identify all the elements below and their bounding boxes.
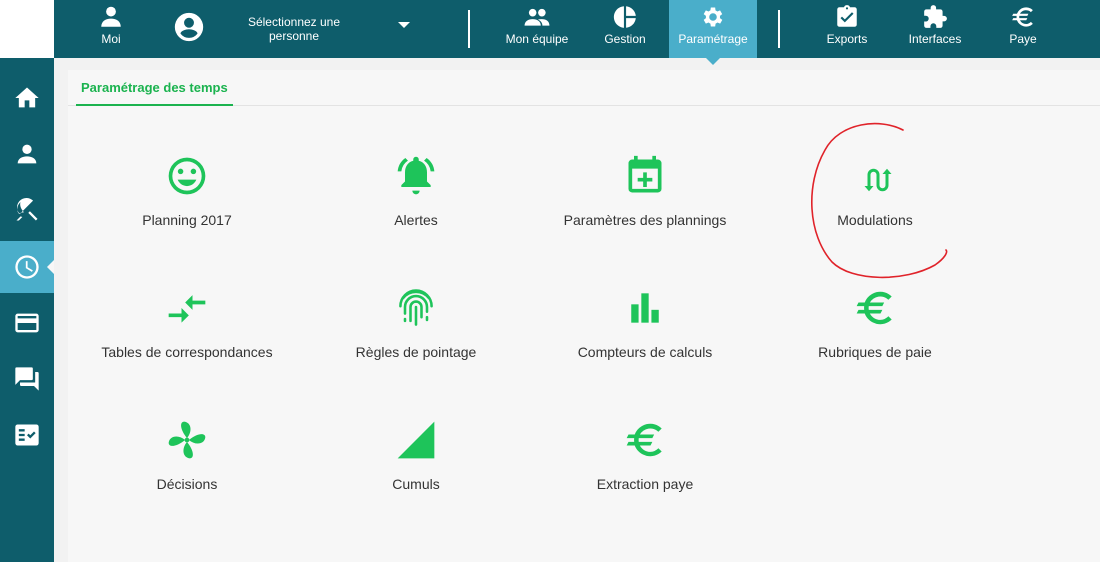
nav-parametrage[interactable]: Paramétrage <box>669 0 757 65</box>
tile-cumuls[interactable]: Cumuls <box>306 414 526 524</box>
person-select-label: Sélectionnez une personne <box>247 15 341 43</box>
tile-planning-2017[interactable]: Planning 2017 <box>77 150 297 260</box>
bar-chart-icon <box>631 293 659 323</box>
clock-icon <box>15 255 39 279</box>
nav-parametrage-label: Paramétrage <box>678 32 748 46</box>
compare-arrows-icon <box>168 295 206 323</box>
nav-interfaces[interactable]: Interfaces <box>902 0 968 58</box>
account-circle-icon <box>172 10 206 49</box>
nav-divider <box>468 10 470 48</box>
beach-umbrella-icon <box>16 197 38 221</box>
credit-card-icon <box>15 313 39 333</box>
tile-label: Rubriques de paie <box>818 344 932 360</box>
checklist-icon <box>15 424 39 446</box>
nav-moi[interactable]: Moi <box>86 0 136 58</box>
tile-tables-de-correspondances[interactable]: Tables de correspondances <box>77 282 297 392</box>
smiley-icon <box>168 157 206 195</box>
euro-icon <box>626 423 662 457</box>
user-icon <box>101 6 121 27</box>
sidebar-item-temps[interactable] <box>0 241 54 293</box>
nav-divider <box>778 10 780 48</box>
puzzle-icon <box>924 5 947 28</box>
sidebar-item-card[interactable] <box>0 297 54 349</box>
bell-ringing-icon <box>397 156 435 195</box>
nav-paye-label: Paye <box>1009 32 1037 46</box>
tile-regles-de-pointage[interactable]: Règles de pointage <box>306 282 526 392</box>
tile-compteurs-de-calculs[interactable]: Compteurs de calculs <box>535 282 755 392</box>
tile-label: Planning 2017 <box>142 212 232 228</box>
tab-bar: Paramétrage des temps <box>68 70 1100 106</box>
tile-label: Règles de pointage <box>355 344 477 360</box>
tile-modulations[interactable]: Modulations <box>765 150 985 260</box>
sidebar-item-messages[interactable] <box>0 353 54 405</box>
tile-alertes[interactable]: Alertes <box>306 150 526 260</box>
tab-parametrage-des-temps[interactable]: Paramétrage des temps <box>76 70 233 106</box>
tile-label: Tables de correspondances <box>101 344 273 360</box>
gear-icon <box>703 7 723 27</box>
tile-label: Cumuls <box>392 476 440 492</box>
top-navigation-bar: Moi Sélectionnez une personne Mon équipe… <box>0 0 1100 65</box>
euro-icon <box>856 291 892 325</box>
euro-icon <box>1012 7 1033 27</box>
tile-label: Extraction paye <box>596 476 694 492</box>
home-icon <box>15 87 39 108</box>
tile-decisions[interactable]: Décisions <box>77 414 297 524</box>
tile-label: Compteurs de calculs <box>577 344 713 360</box>
fingerprint-icon <box>399 289 433 326</box>
sidebar-item-person[interactable] <box>0 128 54 180</box>
nav-gestion[interactable]: Gestion <box>596 0 654 58</box>
calendar-plus-icon <box>628 155 662 193</box>
tile-rubriques-de-paie[interactable]: Rubriques de paie <box>765 282 985 392</box>
swap-arrows-icon <box>864 168 892 192</box>
tile-label: Alertes <box>394 212 438 228</box>
sidebar <box>0 58 54 562</box>
nav-paye[interactable]: Paye <box>1000 0 1046 58</box>
tile-label: Modulations <box>837 212 913 228</box>
fan-icon <box>168 421 206 459</box>
sidebar-item-home[interactable] <box>0 72 54 124</box>
signal-triangle-icon <box>397 421 435 459</box>
nav-mon-equipe-label: Mon équipe <box>505 32 569 46</box>
user-icon <box>17 144 37 164</box>
nav-moi-label: Moi <box>101 32 121 46</box>
nav-gestion-label: Gestion <box>604 32 646 46</box>
top-left-corner <box>0 0 54 58</box>
sidebar-item-absences[interactable] <box>0 184 54 236</box>
chevron-down-icon <box>398 22 410 28</box>
forum-icon <box>15 367 39 391</box>
tile-label: Paramètres des plannings <box>563 212 727 228</box>
tile-label: Décisions <box>156 476 218 492</box>
clipboard-check-icon <box>837 5 857 27</box>
person-select-dropdown[interactable]: Sélectionnez une personne <box>172 0 422 58</box>
nav-exports-label: Exports <box>826 32 868 46</box>
nav-interfaces-label: Interfaces <box>908 32 962 46</box>
nav-exports[interactable]: Exports <box>818 0 876 58</box>
pie-chart-icon <box>613 6 636 28</box>
tile-parametres-des-plannings[interactable]: Paramètres des plannings <box>535 150 755 260</box>
team-icon <box>524 8 550 26</box>
main-panel: Paramétrage des temps Planning 2017 Aler… <box>68 70 1100 562</box>
sidebar-item-checklist[interactable] <box>0 409 54 461</box>
nav-mon-equipe[interactable]: Mon équipe <box>498 0 576 58</box>
tile-extraction-paye[interactable]: Extraction paye <box>535 414 755 524</box>
